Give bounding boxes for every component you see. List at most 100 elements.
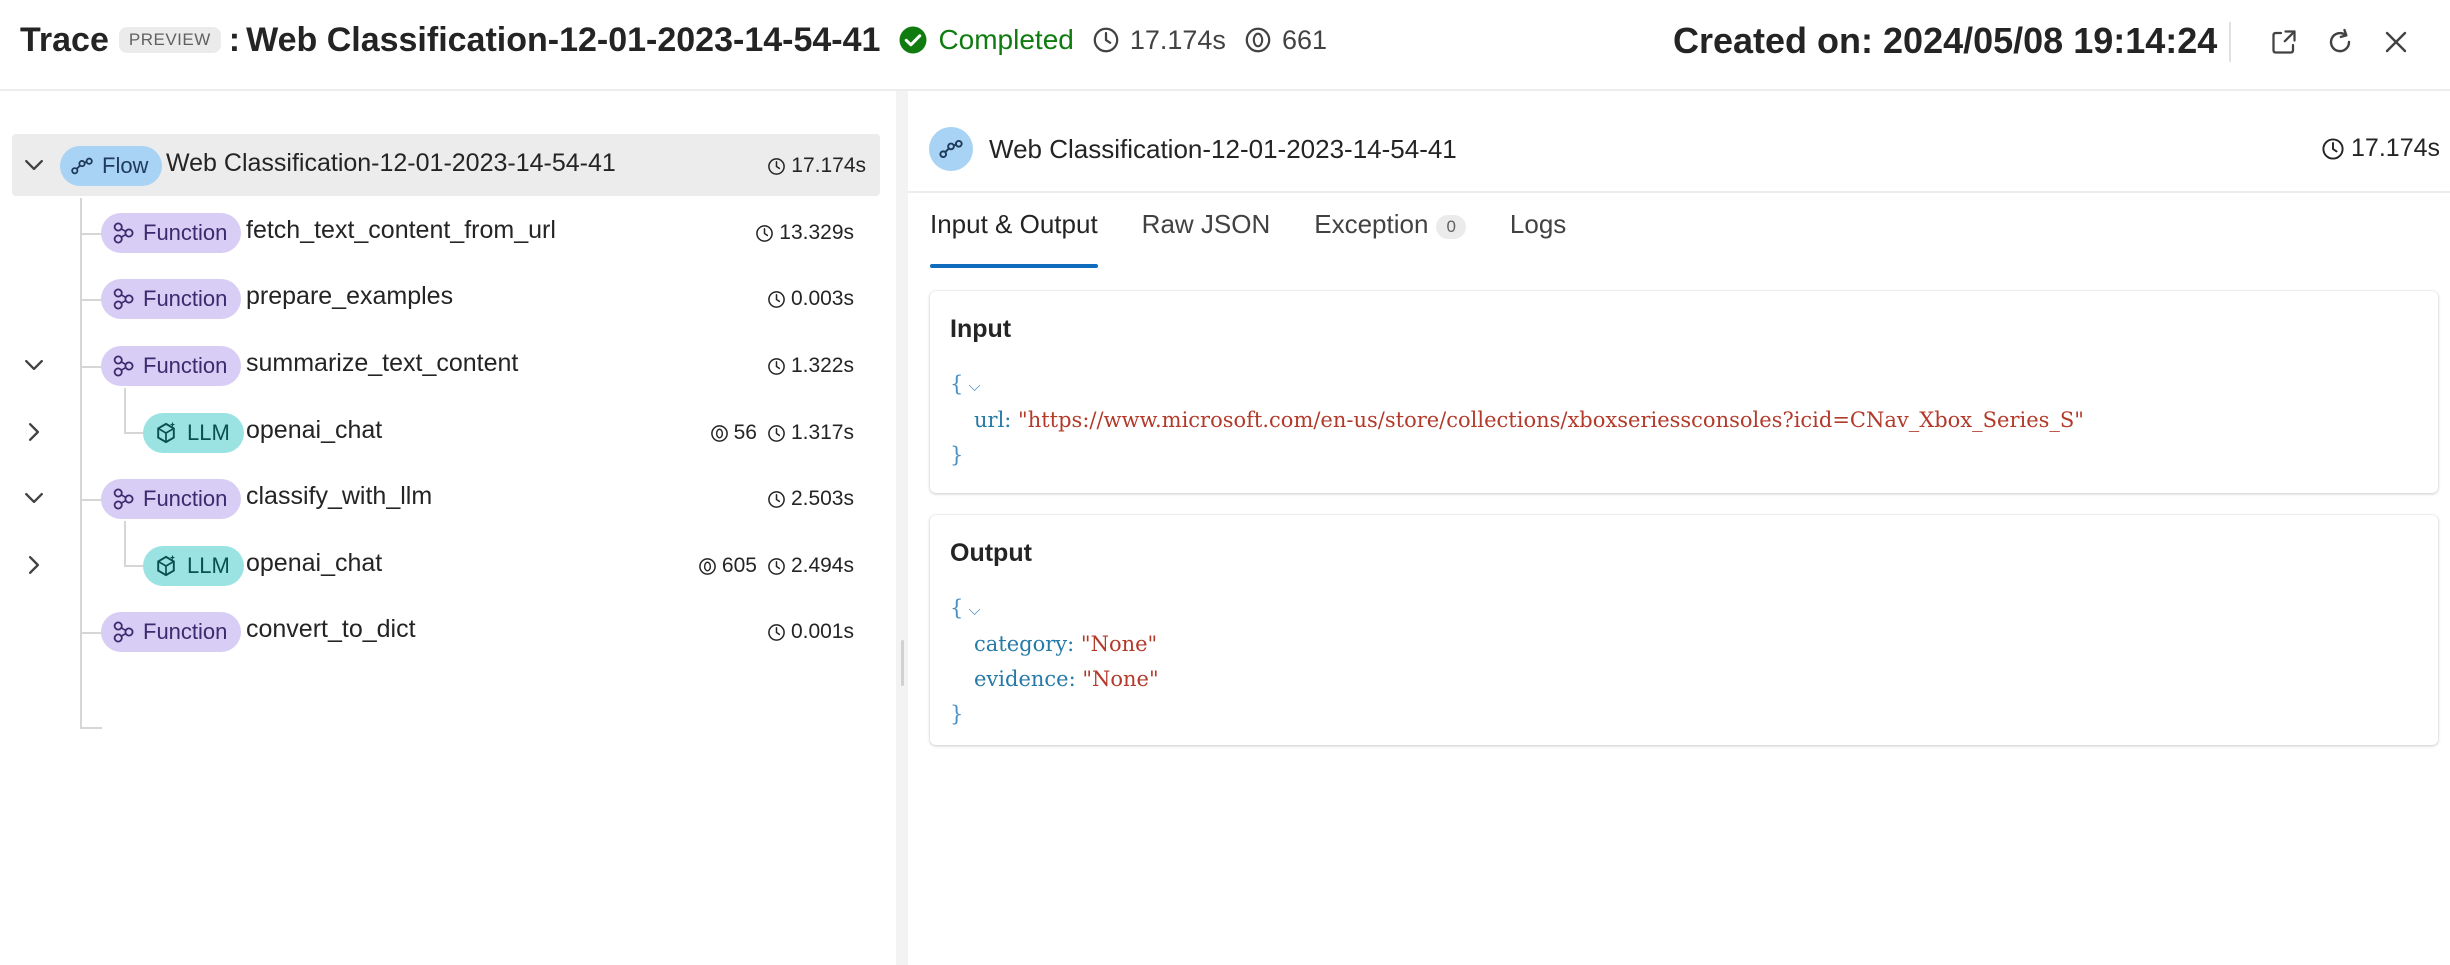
- detail-header: Web Classification-12-01-2023-14-54-41 1…: [908, 91, 2450, 193]
- node-type-label: LLM: [187, 553, 230, 578]
- json-key: url:: [974, 408, 1012, 432]
- node-name: openai_chat: [246, 549, 383, 577]
- created-on: Created on: 2024/05/08 19:14:24: [1673, 20, 2218, 61]
- trace-title-bar: Trace PREVIEW : Web Classification-12-01…: [20, 18, 1327, 62]
- collapse-toggle[interactable]: [19, 350, 49, 380]
- json-close-brace: }: [950, 702, 964, 726]
- status-text: Completed: [938, 24, 1074, 55]
- json-open-brace: {: [950, 372, 964, 396]
- expand-toggle[interactable]: [19, 417, 49, 447]
- share-button[interactable]: [2266, 24, 2302, 60]
- clock-icon: [767, 490, 786, 509]
- collapse-toggle[interactable]: [19, 150, 49, 180]
- panel-splitter[interactable]: [896, 91, 908, 965]
- node-duration: 2.503s: [767, 487, 854, 511]
- node-tokens-text: 605: [721, 554, 757, 577]
- flow-type-pill: Flow: [60, 146, 163, 186]
- json-key: evidence:: [974, 667, 1076, 691]
- tree-connector: [80, 727, 102, 729]
- input-title: Input: [950, 315, 1012, 343]
- tree-node-function[interactable]: Function prepare_examples 0.003s: [0, 267, 880, 329]
- flow-icon: [938, 136, 964, 162]
- node-duration: 17.174s: [767, 154, 866, 178]
- detail-panel: Web Classification-12-01-2023-14-54-41 1…: [908, 91, 2450, 965]
- tree-node-function[interactable]: Function convert_to_dict 0.001s: [0, 600, 880, 662]
- node-name: Web Classification-12-01-2023-14-54-41: [166, 149, 616, 177]
- exception-count-badge: 0: [1436, 215, 1466, 239]
- refresh-button[interactable]: [2322, 24, 2358, 60]
- tab-raw-json[interactable]: Raw JSON: [1142, 208, 1271, 265]
- json-value: "None": [1080, 632, 1158, 656]
- json-key: category:: [974, 632, 1075, 656]
- output-json: { ⌵ category: "None" evidence: "None" }: [950, 591, 1159, 732]
- clock-icon: [767, 290, 786, 309]
- json-open-line: { ⌵: [950, 591, 1159, 627]
- node-tokens-text: 56: [733, 421, 757, 444]
- node-duration: 0.001s: [767, 620, 854, 644]
- status-badge: Completed: [898, 24, 1074, 56]
- node-name: summarize_text_content: [246, 349, 519, 377]
- tree-node-llm[interactable]: LLM openai_chat 56 1.317s: [0, 401, 880, 463]
- node-duration-text: 17.174s: [791, 154, 866, 177]
- function-type-pill: Function: [101, 346, 242, 386]
- clock-icon: [755, 224, 774, 243]
- chevron-right-icon: [21, 419, 47, 445]
- function-icon: [111, 487, 135, 511]
- llm-icon: [153, 553, 179, 579]
- tab-label: Logs: [1509, 209, 1567, 239]
- page-title: Trace: [20, 20, 109, 59]
- detail-tabs: Input & Output Raw JSON Exception 0 Logs: [930, 208, 1610, 268]
- chevron-down-icon: [21, 352, 47, 378]
- node-type-label: Function: [143, 619, 228, 644]
- tree-node-function[interactable]: Function classify_with_llm 2.503s: [0, 467, 880, 529]
- llm-icon: [153, 420, 179, 446]
- json-field: url: "https://www.microsoft.com/en-us/st…: [950, 403, 2084, 438]
- node-type-label: LLM: [187, 420, 230, 445]
- tokens-text: 661: [1281, 24, 1327, 55]
- collapse-caret-icon[interactable]: ⌵: [963, 376, 980, 395]
- clock-icon: [767, 424, 786, 443]
- close-icon: [2385, 31, 2407, 53]
- function-icon: [111, 354, 135, 378]
- flow-avatar: [929, 127, 973, 171]
- duration-stat: 17.174s: [1092, 25, 1226, 56]
- tree-node-flow[interactable]: Flow Web Classification-12-01-2023-14-54…: [12, 134, 880, 196]
- chevron-down-icon: [21, 485, 47, 511]
- json-field: category: "None": [950, 627, 1159, 662]
- collapse-caret-icon[interactable]: ⌵: [963, 600, 980, 619]
- function-icon: [111, 620, 135, 644]
- node-duration-text: 0.001s: [790, 620, 854, 643]
- token-icon: [1244, 26, 1272, 54]
- tree-node-function[interactable]: Function summarize_text_content 1.322s: [0, 334, 880, 396]
- function-icon: [111, 287, 135, 311]
- token-icon: [710, 424, 729, 443]
- chevron-down-icon: [21, 152, 47, 178]
- json-open-brace: {: [950, 596, 964, 620]
- tree-node-llm[interactable]: LLM openai_chat 605 2.494s: [0, 534, 880, 596]
- tab-logs[interactable]: Logs: [1510, 208, 1566, 265]
- detail-duration: 17.174s: [2321, 134, 2440, 163]
- json-value: "None": [1082, 667, 1159, 691]
- detail-title: Web Classification-12-01-2023-14-54-41: [989, 134, 1457, 164]
- tree-node-function[interactable]: Function fetch_text_content_from_url 13.…: [0, 201, 880, 263]
- node-name: prepare_examples: [246, 282, 454, 310]
- tab-label: Raw JSON: [1141, 209, 1271, 239]
- json-value: "https://www.microsoft.com/en-us/store/c…: [1018, 408, 2084, 432]
- json-field: evidence: "None": [950, 662, 1159, 697]
- splitter-handle[interactable]: [901, 640, 904, 686]
- node-name: classify_with_llm: [246, 482, 433, 510]
- collapse-toggle[interactable]: [19, 483, 49, 513]
- tab-input-output[interactable]: Input & Output: [930, 208, 1098, 268]
- expand-toggle[interactable]: [19, 550, 49, 580]
- node-stats: 605 2.494s: [698, 554, 854, 578]
- flow-icon: [70, 154, 94, 178]
- json-open-line: { ⌵: [950, 367, 2084, 403]
- clock-icon: [1092, 26, 1120, 54]
- clock-icon: [767, 157, 786, 176]
- clock-icon: [767, 357, 786, 376]
- clock-icon: [767, 557, 786, 576]
- close-button[interactable]: [2378, 24, 2414, 60]
- node-duration-text: 1.317s: [790, 421, 854, 444]
- run-name: Web Classification-12-01-2023-14-54-41: [246, 20, 881, 59]
- tab-exception[interactable]: Exception 0: [1314, 208, 1466, 265]
